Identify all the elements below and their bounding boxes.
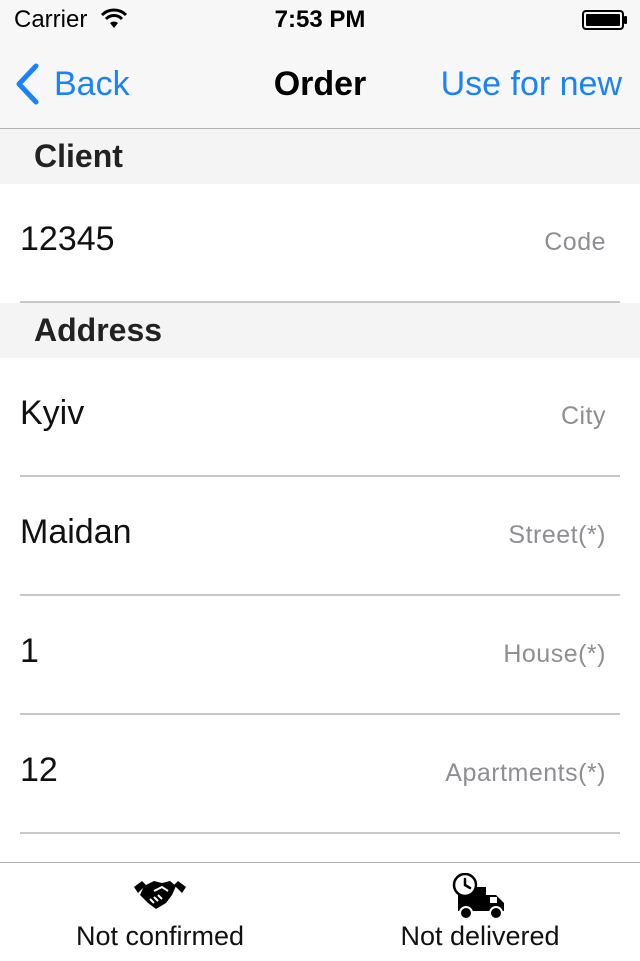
apartments-field[interactable]: 12 Apartments(*) [0, 715, 640, 834]
city-field[interactable]: Kyiv City [0, 358, 640, 477]
use-for-new-button[interactable]: Use for new [441, 62, 622, 106]
status-bar: Carrier 7:53 PM [0, 0, 640, 40]
battery-icon [582, 10, 627, 30]
apartments-label: Apartments(*) [445, 759, 606, 787]
client-code-field[interactable]: 12345 Code [0, 184, 640, 303]
city-label: City [560, 402, 606, 430]
row-divider [20, 832, 620, 834]
tab-bar: Not confirmed Not delivered [0, 862, 640, 961]
handshake-icon [134, 881, 186, 909]
tab-not-delivered[interactable]: Not delivered [320, 863, 640, 961]
tab-not-confirmed-label: Not confirmed [75, 921, 245, 951]
house-value[interactable]: 1 [20, 632, 39, 671]
street-value[interactable]: Maidan [20, 513, 132, 552]
section-header-address: Address [0, 303, 640, 358]
delivery-truck-clock-icon [452, 873, 504, 920]
section-title-client: Client [34, 138, 123, 174]
client-code-label: Code [544, 228, 606, 256]
tab-not-confirmed[interactable]: Not confirmed [0, 863, 320, 961]
section-header-client: Client [0, 129, 640, 184]
house-field[interactable]: 1 House(*) [0, 596, 640, 715]
apartments-value[interactable]: 12 [20, 751, 58, 790]
city-value[interactable]: Kyiv [20, 394, 84, 433]
client-code-value[interactable]: 12345 [20, 220, 115, 259]
section-title-address: Address [34, 312, 163, 348]
navigation-bar: Back Order Use for new [0, 40, 640, 129]
house-label: House(*) [503, 640, 606, 668]
street-label: Street(*) [508, 521, 606, 549]
street-field[interactable]: Maidan Street(*) [0, 477, 640, 596]
status-time: 7:53 PM [274, 6, 366, 33]
tab-not-delivered-label: Not delivered [400, 921, 560, 951]
order-form: Client 12345 Code Address Kyiv City Maid… [0, 129, 640, 834]
